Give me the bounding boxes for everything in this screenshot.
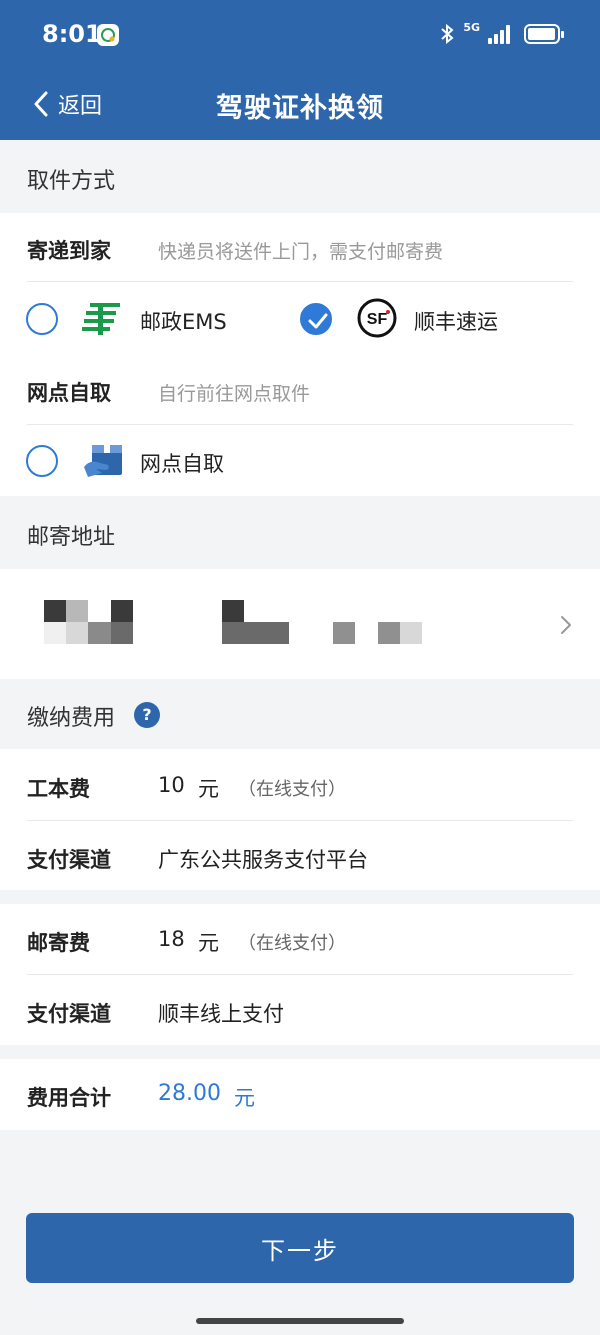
help-icon[interactable]: ? (134, 702, 160, 728)
pickup-card: 寄递到家 快递员将送件上门，需支付邮寄费 邮政EMS SF 顺丰速运 网点自取 … (0, 213, 600, 496)
channel-label-1: 支付渠道 (27, 848, 111, 872)
mail-home-hint: 快递员将送件上门，需支付邮寄费 (158, 241, 444, 263)
radio-self-pickup[interactable] (26, 445, 58, 477)
notification-app-icon (97, 24, 119, 46)
total-label: 费用合计 (27, 1086, 111, 1110)
home-indicator[interactable] (196, 1318, 404, 1324)
cost-amount: 10 (158, 773, 185, 797)
package-hand-icon (84, 445, 122, 477)
total-unit: 元 (234, 1086, 255, 1110)
mail-home-label: 寄递到家 (27, 239, 111, 263)
network-type: 5G (463, 20, 480, 34)
section-title-pickup: 取件方式 (27, 169, 116, 194)
divider (27, 281, 573, 282)
divider (27, 974, 573, 975)
self-pickup-option-label[interactable]: 网点自取 (140, 448, 224, 478)
next-step-button[interactable]: 下一步 (26, 1213, 574, 1283)
channel-value-2: 顺丰线上支付 (158, 1002, 284, 1026)
divider (27, 820, 573, 821)
page-title: 驾驶证补换领 (216, 93, 384, 124)
status-indicators: 5G (439, 20, 564, 46)
status-time: 8:01 (42, 20, 102, 48)
battery-icon (524, 24, 564, 44)
bluetooth-icon (441, 23, 454, 45)
cost-label: 工本费 (27, 777, 90, 801)
svg-text:SF: SF (367, 311, 388, 328)
channel-value-1: 广东公共服务支付平台 (158, 848, 368, 872)
fee-card-cost: 工本费 10 元 （在线支付） 支付渠道 广东公共服务支付平台 (0, 749, 600, 890)
fee-total-card: 费用合计 28.00 元 (0, 1059, 600, 1130)
address-row[interactable] (0, 569, 600, 679)
self-pickup-hint: 自行前往网点取件 (158, 383, 311, 405)
chevron-right-icon (561, 616, 571, 634)
total-amount: 28.00 (158, 1081, 221, 1106)
check-icon (308, 313, 328, 329)
ems-logo-icon (82, 303, 120, 335)
divider (27, 424, 573, 425)
postage-note: （在线支付） (238, 933, 346, 954)
postage-unit: 元 (198, 931, 219, 955)
radio-ems[interactable] (26, 303, 58, 335)
signal-icon (488, 24, 510, 44)
cost-note: （在线支付） (238, 779, 346, 800)
app-header: 8:01 5G 返回 驾驶证补换领 (0, 0, 600, 140)
postage-amount: 18 (158, 927, 185, 951)
section-title-address: 邮寄地址 (27, 525, 116, 550)
sf-express-label[interactable]: 顺丰速运 (414, 306, 498, 336)
ems-label[interactable]: 邮政EMS (140, 306, 227, 336)
self-pickup-label: 网点自取 (27, 381, 111, 405)
postage-label: 邮寄费 (27, 931, 90, 955)
section-title-fees: 缴纳费用 (27, 706, 116, 731)
cost-unit: 元 (198, 777, 219, 801)
sf-express-logo-icon: SF (357, 298, 397, 338)
radio-sf-express[interactable] (300, 303, 332, 335)
fee-card-postage: 邮寄费 18 元 （在线支付） 支付渠道 顺丰线上支付 (0, 904, 600, 1045)
channel-label-2: 支付渠道 (27, 1002, 111, 1026)
